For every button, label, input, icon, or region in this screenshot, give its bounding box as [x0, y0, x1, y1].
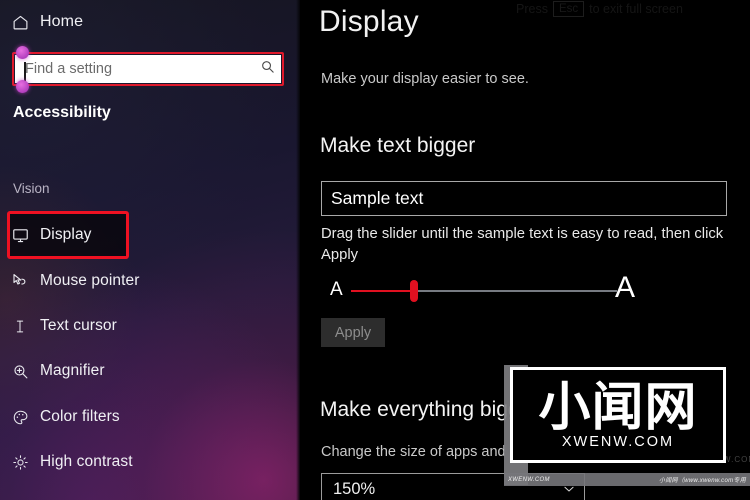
- settings-window: Home Find a setting Accessibility Vision: [0, 0, 750, 500]
- sidebar-item-label: Home: [40, 13, 84, 30]
- watermark-chinese-text: 小闻网: [538, 378, 698, 438]
- home-icon: [0, 3, 40, 41]
- search-field-wrapper[interactable]: Find a setting: [12, 46, 284, 93]
- page-subtitle: Make your display easier to see.: [321, 71, 529, 87]
- sidebar-item-label: Magnifier: [40, 362, 105, 379]
- watermark-bar-left: XWENW.COM: [508, 476, 550, 483]
- sidebar-item-magnifier[interactable]: Magnifier: [0, 352, 300, 390]
- sidebar-item-display-selected[interactable]: Display: [0, 216, 300, 254]
- watermark-english-text: XWENW.COM: [561, 434, 675, 450]
- section-heading-make-text-bigger: Make text bigger: [320, 134, 476, 157]
- palette-icon: [0, 398, 40, 436]
- sidebar-item-home[interactable]: Home: [0, 3, 300, 41]
- page-title: Display: [319, 5, 419, 38]
- sample-text-box: Sample text: [321, 181, 727, 216]
- brightness-icon: [0, 443, 40, 481]
- slider-max-label: A: [615, 271, 636, 304]
- sidebar-item-high-contrast[interactable]: High contrast: [0, 443, 300, 481]
- watermark-bottom-bar: XWENW.COM 小闻网（www.xwenw.com专用: [504, 473, 750, 486]
- text-size-slider[interactable]: A A: [320, 271, 650, 312]
- watermark-logo: 小闻网 XWENW.COM: [510, 367, 726, 463]
- sidebar-group-header-vision: Vision: [13, 181, 50, 196]
- slider-instruction: Drag the slider until the sample text is…: [321, 226, 724, 263]
- sidebar-item-label: High contrast: [40, 453, 133, 470]
- watermark-bar-right: 小闻网（www.xwenw.com专用: [658, 478, 746, 484]
- slider-thumb[interactable]: [409, 280, 418, 302]
- slider-track[interactable]: [351, 290, 617, 292]
- apply-button-label: Apply: [334, 324, 372, 341]
- esc-key-badge: Esc: [552, 1, 585, 17]
- exit-fullscreen-hint: Press Esc to exit full screen: [516, 1, 683, 17]
- page-section-title: Accessibility: [13, 104, 111, 121]
- slider-min-label: A: [330, 279, 343, 300]
- apply-button[interactable]: Apply: [321, 318, 385, 347]
- text-cursor-icon: [0, 307, 40, 345]
- magnifier-icon: [0, 352, 40, 390]
- selection-handle-bottom[interactable]: [16, 80, 29, 93]
- sample-text-label: Sample text: [331, 188, 424, 208]
- search-box-annotation-outline: [12, 52, 284, 86]
- sidebar-item-mouse-pointer[interactable]: Mouse pointer: [0, 262, 300, 300]
- sidebar-item-label: Text cursor: [40, 317, 117, 334]
- mouse-pointer-icon: [0, 262, 40, 300]
- sidebar-item-label: Display: [40, 226, 92, 243]
- esc-hint-post: to exit full screen: [589, 2, 683, 16]
- selection-handle-top[interactable]: [16, 46, 29, 59]
- sidebar-item-label: Color filters: [40, 408, 120, 425]
- sidebar-item-text-cursor[interactable]: Text cursor: [0, 307, 300, 345]
- sidebar-item-label: Mouse pointer: [40, 272, 140, 289]
- sidebar-item-color-filters[interactable]: Color filters: [0, 398, 300, 436]
- sidebar: Home Find a setting Accessibility Vision: [0, 0, 300, 500]
- esc-hint-pre: Press: [516, 2, 548, 16]
- slider-fill: [351, 290, 415, 292]
- monitor-icon: [0, 216, 40, 254]
